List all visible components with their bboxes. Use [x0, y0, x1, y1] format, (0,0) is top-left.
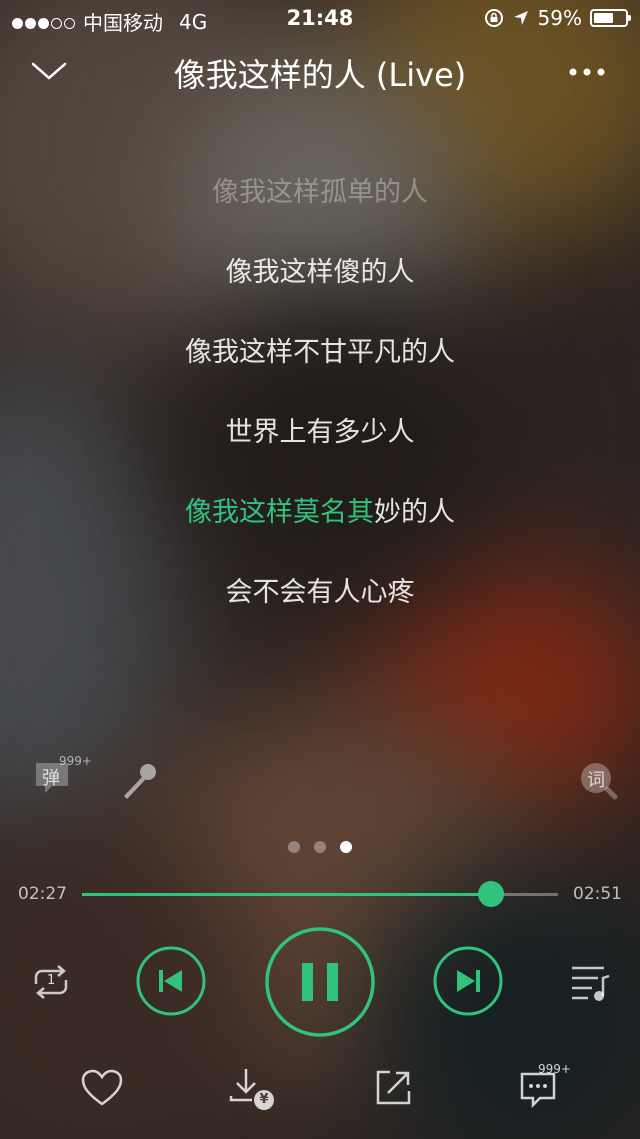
lyric-line: 像我这样不甘平凡的人 [185, 337, 455, 368]
rotation-lock-icon [484, 9, 503, 27]
playback-controls: 1 [0, 926, 640, 1038]
battery-icon [590, 9, 631, 27]
bottom-actions: ¥ 999+ [0, 1062, 640, 1114]
page-dot-active[interactable] [340, 841, 352, 853]
playlist-icon[interactable] [570, 964, 612, 1004]
progress-slider[interactable] [82, 881, 558, 907]
status-bar: 中国移动 4G 21:48 59% [0, 0, 640, 36]
share-icon[interactable] [374, 1068, 414, 1108]
download-button[interactable]: ¥ [228, 1066, 280, 1114]
song-title: 像我这样的人 (Live) [173, 56, 467, 94]
repeat-number: 1 [47, 973, 56, 988]
page-indicator [0, 838, 640, 857]
danmaku-label: 弹 [42, 768, 60, 789]
lyric-line: 像我这样孤单的人 [212, 177, 428, 208]
total-time: 02:51 [573, 884, 622, 904]
lyric-unsung-part: 妙的人 [374, 497, 455, 528]
skip-next-icon[interactable] [433, 946, 503, 1016]
comments-button[interactable]: 999+ [518, 1062, 588, 1110]
elapsed-time: 02:27 [18, 884, 67, 904]
progress-handle[interactable] [478, 881, 505, 907]
price-badge-icon: ¥ [254, 1090, 274, 1110]
lyric-line: 世界上有多少人 [225, 417, 415, 448]
comment-icon [520, 1072, 556, 1109]
lyric-line: 像我这样傻的人 [225, 257, 415, 288]
player-header: 像我这样的人 (Live) [0, 44, 640, 104]
page-dot[interactable] [314, 841, 326, 853]
location-arrow-icon [513, 11, 528, 25]
lyrics-settings-button[interactable]: 词 [578, 760, 618, 800]
chevron-down-icon[interactable] [30, 58, 68, 84]
heart-icon[interactable] [80, 1068, 124, 1108]
lyric-sung-part: 像我这样莫名其 [185, 497, 374, 528]
comment-count-badge: 999+ [538, 1062, 571, 1076]
playback-progress: 02:27 02:51 [0, 874, 640, 914]
skip-previous-icon[interactable] [136, 946, 206, 1016]
lyrics-panel[interactable]: 像我这样孤单的人 像我这样傻的人 像我这样不甘平凡的人 世界上有多少人 像我这样… [0, 170, 640, 650]
microphone-icon[interactable] [116, 760, 160, 804]
danmaku-button[interactable]: 弹 999+ [32, 754, 92, 798]
danmaku-count-badge: 999+ [59, 754, 92, 768]
lyrics-tools: 弹 999+ 词 [0, 754, 640, 808]
lyric-line-current: 像我这样莫名其妙的人 [0, 490, 640, 570]
page-dot[interactable] [288, 841, 300, 853]
battery-percent: 59% [537, 6, 582, 30]
repeat-mode-button[interactable]: 1 [28, 962, 74, 1002]
pause-icon[interactable] [264, 926, 376, 1038]
more-dots-icon[interactable] [568, 66, 606, 78]
progress-played [82, 893, 492, 896]
lyric-line: 会不会有人心疼 [225, 577, 415, 608]
lyrics-label: 词 [587, 770, 605, 791]
